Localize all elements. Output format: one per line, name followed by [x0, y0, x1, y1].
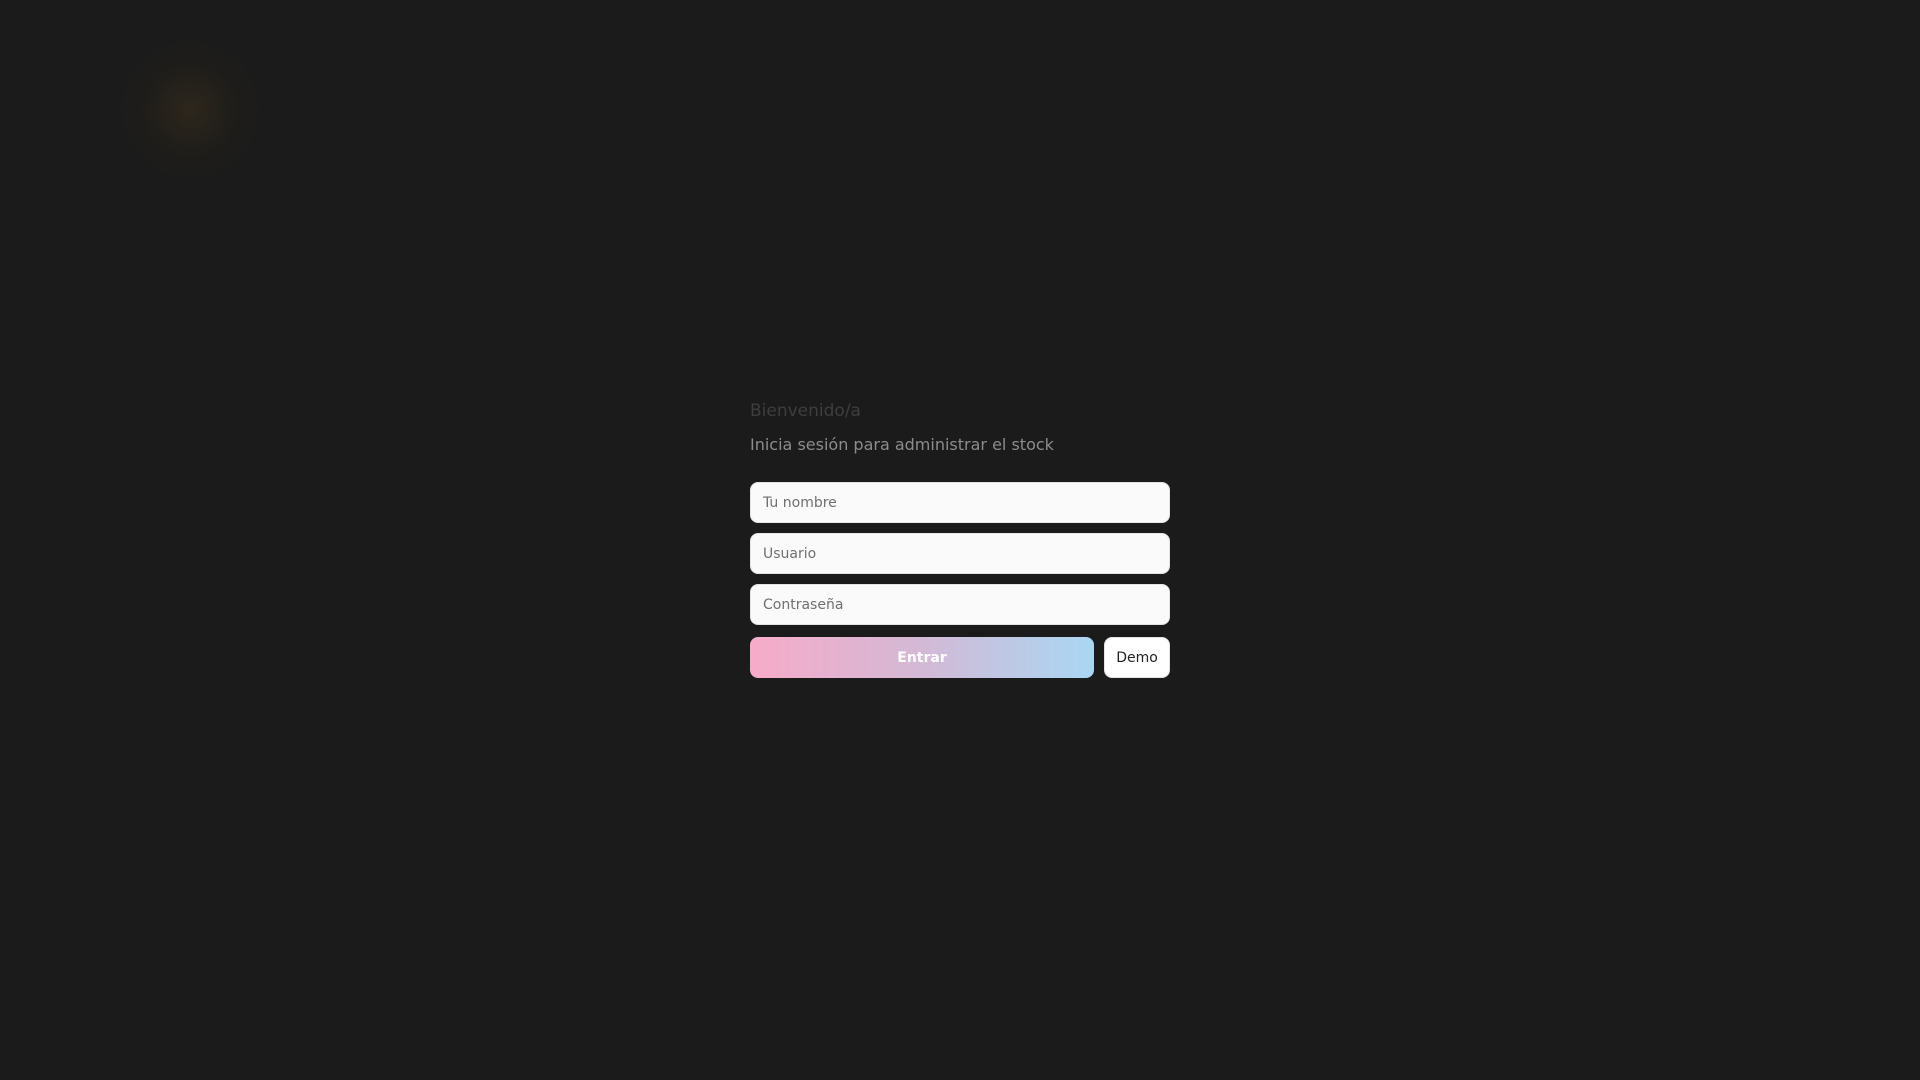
password-input[interactable]: [750, 584, 1170, 625]
demo-button[interactable]: Demo: [1104, 637, 1170, 678]
name-input[interactable]: [750, 482, 1170, 523]
page-subtitle: Inicia sesión para administrar el stock: [750, 435, 1054, 454]
login-button[interactable]: Entrar: [750, 637, 1094, 678]
login-page: Bienvenido/a Inicia sesión para administ…: [0, 0, 1920, 1080]
page-title: Bienvenido/a: [750, 401, 861, 421]
form-actions: Entrar Demo: [750, 637, 1170, 678]
login-form: Bienvenido/a Inicia sesión para administ…: [750, 400, 1170, 678]
username-input[interactable]: [750, 533, 1170, 574]
background-glow: [115, 40, 265, 180]
